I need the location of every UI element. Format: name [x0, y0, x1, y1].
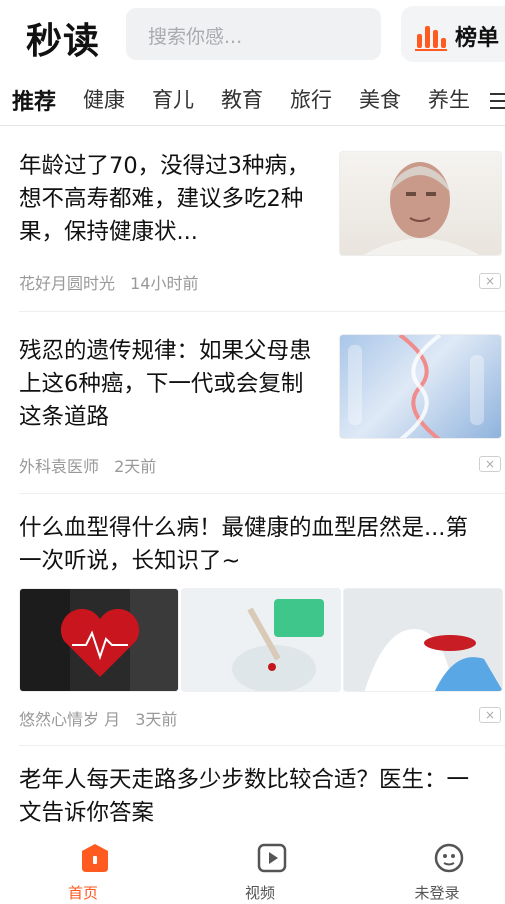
- nav-video-label: 视频: [244, 884, 275, 902]
- feed-item[interactable]: 老年人每天走路多少步数比较合适？医生：一文告诉你答案: [19, 764, 505, 834]
- article-title: 残忍的遗传规律：如果父母患上这6种癌，下一代或会复制这条道路: [19, 338, 312, 430]
- article-title: 老年人每天走路多少步数比较合适？医生：一文告诉你答案: [19, 767, 470, 826]
- article-title: 什么血型得什么病！最健康的血型居然是...第一次听说，长知识了~: [19, 515, 468, 574]
- feed-item[interactable]: 残忍的遗传规律：如果父母患上这6种癌，下一代或会复制这条道路 外科袁医师 2天前…: [19, 334, 505, 495]
- tab-travel[interactable]: 旅行: [290, 84, 332, 114]
- video-icon: [257, 843, 287, 873]
- article-image-1: [19, 588, 179, 692]
- article-source: 花好月圆时光: [19, 274, 116, 293]
- dismiss-icon[interactable]: ×: [479, 707, 501, 723]
- dismiss-icon[interactable]: ×: [479, 273, 501, 289]
- user-face-icon: [434, 843, 464, 873]
- article-thumbnail: [339, 334, 502, 439]
- tab-parenting[interactable]: 育儿: [152, 84, 194, 114]
- logo-text: 秒读: [26, 21, 101, 62]
- article-time: 2天前: [114, 457, 157, 476]
- article-source: 外科袁医师: [19, 457, 100, 476]
- bottom-nav: 首页 视频 未登录: [0, 834, 505, 904]
- home-icon: [82, 844, 108, 872]
- dismiss-icon[interactable]: ×: [479, 456, 501, 472]
- divider: [19, 493, 505, 494]
- article-image-2: [181, 588, 341, 692]
- article-time: 14小时前: [130, 274, 199, 293]
- tab-wellness[interactable]: 养生: [428, 84, 470, 114]
- article-meta: 花好月圆时光 14小时前: [19, 270, 198, 294]
- tab-health[interactable]: 健康: [83, 84, 125, 114]
- nav-video[interactable]: 视频: [220, 842, 300, 902]
- nav-home-label: 首页: [67, 884, 98, 902]
- search-placeholder: 搜索你感...: [148, 26, 243, 48]
- nav-login[interactable]: 未登录: [397, 842, 477, 902]
- article-image-3: [343, 588, 503, 692]
- nav-home[interactable]: 首页: [43, 842, 123, 902]
- app-logo[interactable]: 秒读: [26, 12, 100, 64]
- search-input[interactable]: 搜索你感...: [126, 8, 381, 60]
- tab-recommend[interactable]: 推荐: [12, 84, 56, 116]
- divider: [19, 745, 505, 746]
- tab-food[interactable]: 美食: [359, 84, 401, 114]
- bar-chart-icon: [415, 22, 447, 51]
- tab-education[interactable]: 教育: [221, 84, 263, 114]
- rank-label: 榜单: [455, 26, 500, 51]
- feed-item[interactable]: 什么血型得什么病！最健康的血型居然是...第一次听说，长知识了~ 悠然心情岁 月…: [19, 512, 505, 742]
- more-tabs-icon[interactable]: [490, 91, 505, 111]
- article-meta: 外科袁医师 2天前: [19, 453, 156, 477]
- article-source: 悠然心情岁 月: [19, 710, 121, 729]
- article-title: 年龄过了70，没得过3种病，想不高寿都难，建议多吃2种果，保持健康状...: [19, 153, 310, 245]
- app-header: 秒读 搜索你感... 榜单: [0, 0, 505, 70]
- category-tabs: 推荐 健康 育儿 教育 旅行 美食 养生: [0, 78, 505, 126]
- article-thumbnail: [339, 151, 502, 256]
- rank-button[interactable]: 榜单: [401, 6, 505, 62]
- divider: [19, 311, 505, 312]
- nav-login-label: 未登录: [414, 884, 460, 902]
- article-meta: 悠然心情岁 月 3天前: [19, 706, 177, 730]
- feed-item[interactable]: 年龄过了70，没得过3种病，想不高寿都难，建议多吃2种果，保持健康状... 花好…: [19, 150, 505, 312]
- article-time: 3天前: [135, 710, 178, 729]
